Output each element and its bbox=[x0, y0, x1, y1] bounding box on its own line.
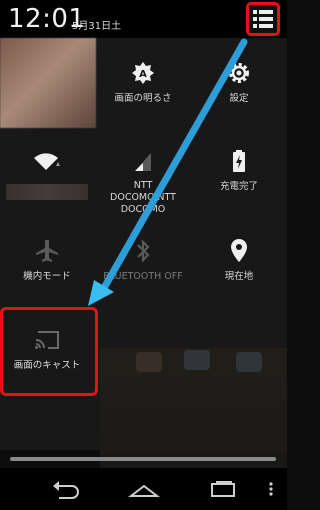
wifi-icon bbox=[34, 153, 60, 170]
bluetooth-icon bbox=[137, 239, 150, 263]
tile-bluetooth-label: BLUETOOTH OFF bbox=[103, 271, 183, 282]
wifi-network-name-redacted bbox=[6, 184, 88, 200]
tile-settings-label: 設定 bbox=[229, 93, 249, 104]
airplane-icon bbox=[36, 240, 58, 262]
status-date: 5月31日土 bbox=[72, 21, 122, 32]
location-pin-icon bbox=[231, 239, 247, 262]
tile-airplane-mode-label: 機内モード bbox=[23, 271, 71, 282]
back-icon[interactable] bbox=[50, 478, 80, 500]
home-icon[interactable] bbox=[128, 478, 160, 500]
gear-icon bbox=[229, 63, 249, 83]
status-bar: 12:01 5月31日土 bbox=[0, 0, 287, 38]
svg-text:A: A bbox=[139, 69, 147, 80]
tile-brightness-label: 画面の明るさ bbox=[114, 93, 172, 104]
panel-drag-handle[interactable] bbox=[10, 457, 276, 461]
background-app-icon bbox=[136, 352, 162, 372]
tile-battery[interactable]: 充電完了 bbox=[192, 128, 286, 216]
brightness-icon: A bbox=[132, 62, 154, 84]
tile-brightness[interactable]: A 画面の明るさ bbox=[96, 40, 190, 128]
quick-settings-toggle-button[interactable] bbox=[246, 2, 280, 36]
tile-battery-label: 充電完了 bbox=[219, 181, 258, 192]
tile-location-label: 現在地 bbox=[224, 271, 254, 282]
tile-airplane-mode[interactable]: 機内モード bbox=[0, 218, 94, 306]
signal-strength-icon bbox=[135, 152, 151, 171]
user-avatar-tile[interactable] bbox=[0, 38, 96, 128]
background-app-icon bbox=[236, 352, 262, 372]
tile-wifi[interactable] bbox=[0, 128, 94, 216]
tile-mobile-network[interactable]: NTT DOCOMOINTT DOCOMO bbox=[96, 128, 190, 216]
tile-mobile-network-label: NTT DOCOMOINTT DOCOMO bbox=[110, 180, 176, 215]
background-app-icon bbox=[184, 350, 210, 370]
cast-tile-highlight-box bbox=[0, 307, 98, 396]
tile-settings[interactable]: 設定 bbox=[192, 40, 286, 128]
tile-location[interactable]: 現在地 bbox=[192, 218, 286, 306]
battery-charging-icon bbox=[233, 150, 245, 172]
settings-list-icon bbox=[253, 10, 273, 28]
recent-apps-icon[interactable] bbox=[208, 478, 238, 500]
tile-bluetooth[interactable]: BLUETOOTH OFF bbox=[96, 218, 190, 306]
menu-icon[interactable] bbox=[266, 478, 276, 500]
navigation-bar bbox=[0, 468, 287, 510]
